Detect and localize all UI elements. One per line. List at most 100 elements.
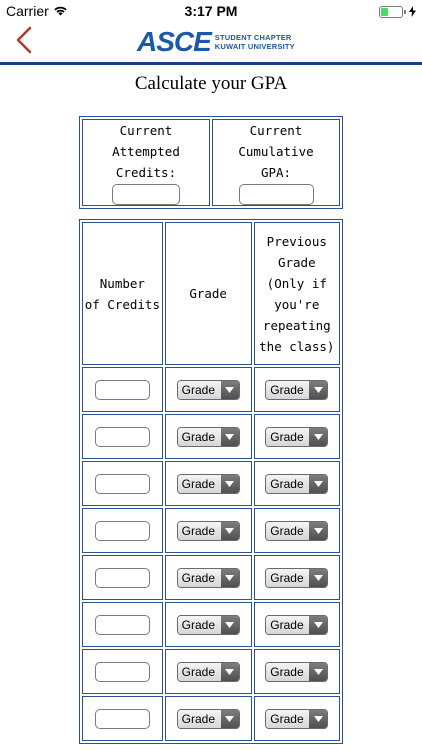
credits-input[interactable] (94, 474, 150, 494)
course-row: Grade Grade (82, 367, 340, 412)
charging-bolt-icon (409, 4, 416, 20)
previous-grade-select-value: Grade (266, 616, 310, 634)
grade-cell: Grade (164, 508, 252, 553)
grade-select-value: Grade (177, 569, 221, 587)
dropdown-arrow-icon (220, 522, 239, 540)
grade-select[interactable]: Grade (176, 568, 240, 588)
previous-grade-cell: Grade (253, 508, 340, 553)
credits-cell (82, 602, 163, 647)
grade-cell: Grade (164, 602, 252, 647)
credits-cell (82, 555, 163, 600)
logo-mark: ASCE (137, 26, 212, 57)
header-grade: Grade (164, 222, 252, 365)
previous-grade-select[interactable]: Grade (265, 521, 329, 541)
credits-input[interactable] (94, 709, 150, 729)
previous-grade-select[interactable]: Grade (265, 662, 329, 682)
previous-grade-cell: Grade (253, 461, 340, 506)
previous-grade-select-value: Grade (266, 569, 310, 587)
attempted-credits-input[interactable] (112, 183, 180, 205)
grade-select-value: Grade (177, 428, 221, 446)
status-right (379, 4, 416, 20)
grade-cell: Grade (164, 555, 252, 600)
nav-divider (0, 62, 422, 65)
dropdown-arrow-icon (309, 616, 328, 634)
previous-grade-select-value: Grade (266, 428, 310, 446)
credits-input[interactable] (94, 521, 150, 541)
course-row: Grade Grade (82, 508, 340, 553)
credits-input[interactable] (94, 615, 150, 635)
previous-grade-select[interactable]: Grade (265, 615, 329, 635)
credits-input[interactable] (94, 568, 150, 588)
previous-grade-select-value: Grade (266, 475, 310, 493)
header-previous-grade: Previous Grade (Only if you're repeating… (253, 222, 340, 365)
logo-subtitle-line1: STUDENT CHAPTER (214, 33, 292, 42)
credits-input[interactable] (94, 427, 150, 447)
dropdown-arrow-icon (220, 616, 239, 634)
header-number-of-credits: Number of Credits (82, 222, 163, 365)
grade-select-value: Grade (177, 475, 221, 493)
previous-grade-select[interactable]: Grade (265, 380, 329, 400)
credits-cell (82, 696, 163, 741)
logo-subtitle-line2: KUWAIT UNIVERSITY (214, 42, 295, 51)
cumulative-gpa-input[interactable] (238, 183, 314, 205)
status-time: 3:17 PM (184, 3, 238, 19)
grade-cell: Grade (164, 367, 252, 412)
credits-input[interactable] (94, 380, 150, 400)
grade-cell: Grade (164, 696, 252, 741)
attempted-credits-label: Current Attempted Credits: (112, 123, 180, 180)
credits-cell (82, 649, 163, 694)
previous-grade-cell: Grade (253, 649, 340, 694)
previous-grade-select[interactable]: Grade (265, 709, 329, 729)
grade-select[interactable]: Grade (176, 709, 240, 729)
previous-grade-select-value: Grade (266, 522, 310, 540)
grade-select[interactable]: Grade (176, 662, 240, 682)
previous-grade-select[interactable]: Grade (265, 568, 329, 588)
grade-select-value: Grade (177, 616, 221, 634)
course-row: Grade Grade (82, 602, 340, 647)
previous-grade-cell: Grade (253, 602, 340, 647)
dropdown-arrow-icon (309, 428, 328, 446)
dropdown-arrow-icon (220, 381, 239, 399)
grade-select-value: Grade (177, 710, 221, 728)
grade-select[interactable]: Grade (176, 474, 240, 494)
grade-select[interactable]: Grade (176, 427, 240, 447)
dropdown-arrow-icon (220, 475, 239, 493)
previous-grade-select[interactable]: Grade (265, 427, 329, 447)
credits-cell (82, 367, 163, 412)
grade-select-value: Grade (177, 663, 221, 681)
nav-bar: ASCE STUDENT CHAPTER KUWAIT UNIVERSITY (0, 22, 422, 62)
chevron-left-icon (15, 26, 33, 59)
dropdown-arrow-icon (309, 522, 328, 540)
grade-select[interactable]: Grade (176, 521, 240, 541)
course-row: Grade Grade (82, 461, 340, 506)
previous-grade-cell: Grade (253, 555, 340, 600)
course-row: Grade Grade (82, 414, 340, 459)
status-bar: Carrier 3:17 PM (0, 0, 422, 22)
dropdown-arrow-icon (309, 475, 328, 493)
asce-logo: ASCE STUDENT CHAPTER KUWAIT UNIVERSITY (137, 28, 295, 56)
attempted-credits-cell: Current Attempted Credits: (82, 119, 210, 206)
course-row: Grade Grade (82, 696, 340, 741)
previous-grade-select-value: Grade (266, 710, 310, 728)
summary-table: Current Attempted Credits: Current Cumul… (79, 116, 343, 209)
dropdown-arrow-icon (220, 663, 239, 681)
credits-cell (82, 414, 163, 459)
dropdown-arrow-icon (309, 569, 328, 587)
grade-cell: Grade (164, 649, 252, 694)
credits-cell (82, 461, 163, 506)
previous-grade-select[interactable]: Grade (265, 474, 329, 494)
credits-cell (82, 508, 163, 553)
back-button[interactable] (8, 26, 40, 58)
dropdown-arrow-icon (309, 381, 328, 399)
previous-grade-select-value: Grade (266, 381, 310, 399)
previous-grade-select-value: Grade (266, 663, 310, 681)
courses-header-row: Number of Credits Grade Previous Grade (… (82, 222, 340, 365)
credits-input[interactable] (94, 662, 150, 682)
dropdown-arrow-icon (309, 663, 328, 681)
cumulative-gpa-cell: Current Cumulative GPA: (212, 119, 340, 206)
battery-icon (379, 6, 403, 18)
grade-select[interactable]: Grade (176, 615, 240, 635)
grade-select-value: Grade (177, 522, 221, 540)
grade-cell: Grade (164, 461, 252, 506)
grade-select[interactable]: Grade (176, 380, 240, 400)
